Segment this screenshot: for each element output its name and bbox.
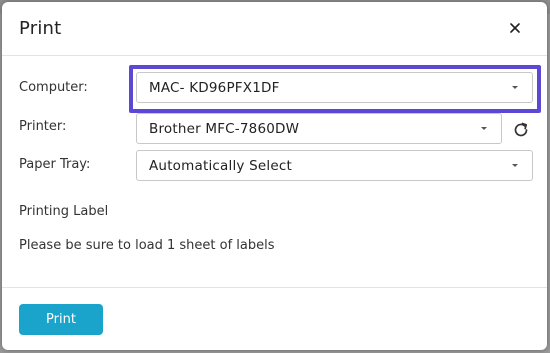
chevron-down-icon [481, 127, 487, 130]
paper-tray-label: Paper Tray: [19, 157, 91, 172]
computer-label: Computer: [19, 80, 88, 95]
paper-tray-select-value: Automatically Select [149, 158, 292, 174]
focus-highlight [129, 65, 541, 113]
close-icon[interactable] [505, 18, 525, 38]
printer-select-value: Brother MFC-7860DW [149, 121, 300, 137]
dialog-header: Print [2, 2, 547, 56]
footer-divider [2, 287, 547, 288]
chevron-down-icon [512, 164, 518, 167]
dialog-title: Print [19, 18, 62, 39]
printing-label-heading: Printing Label [19, 204, 109, 219]
paper-tray-select[interactable]: Automatically Select [136, 150, 533, 181]
print-dialog: Print Computer: MAC- KD96PFX1DF Printer:… [2, 2, 547, 350]
refresh-icon[interactable] [511, 120, 531, 140]
printer-label: Printer: [19, 119, 67, 134]
printer-select[interactable]: Brother MFC-7860DW [136, 113, 502, 144]
load-labels-message: Please be sure to load 1 sheet of labels [19, 238, 275, 253]
print-button[interactable]: Print [19, 304, 103, 335]
